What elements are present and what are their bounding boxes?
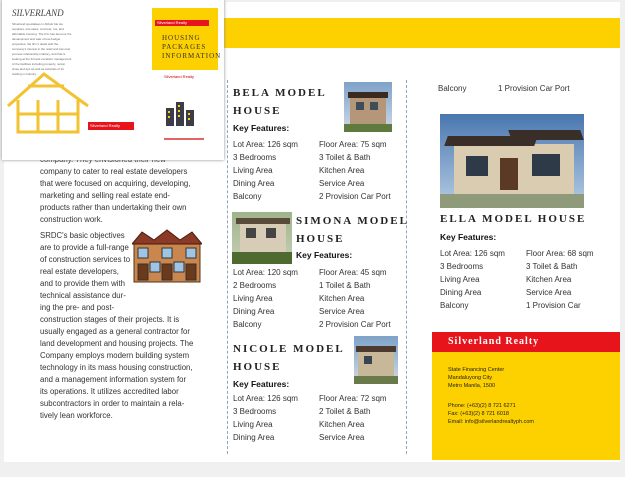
- simona-key-features: Key Features:: [296, 250, 353, 260]
- ella-key-features: Key Features:: [440, 232, 497, 242]
- header-yellow-bar: [221, 18, 620, 48]
- townhouse-clipart: [132, 229, 202, 283]
- left-para-1: company. They envisioned their new compa…: [40, 155, 191, 224]
- nicole-house-photo: [354, 336, 398, 384]
- thumb-buildings-icon: [166, 102, 194, 126]
- contact-details: Phone: (+63)(2) 8 721 6271 Fax: (+63)(2)…: [448, 402, 534, 426]
- thumb-right-sub: Silverland Realty: [164, 74, 195, 79]
- simona-features: Lot Area: 120 sqm Floor Area: 45 sqm 2 Be…: [233, 268, 391, 329]
- bela-house-photo: [344, 82, 392, 132]
- thumb-left-title: SILVERLAND: [12, 8, 64, 18]
- thumb-right-badge: Silverland Realty: [155, 20, 209, 26]
- thumb-left-badge: Silverland Realty: [88, 122, 134, 130]
- thumb-right-title: Housing Packages Information: [162, 34, 222, 60]
- contact-address: State Financing Center Mandaluyong City …: [448, 367, 505, 389]
- nicole-title: Nicole model house: [233, 343, 345, 373]
- right-top-row: Balcony 1 Provision Car Port: [438, 84, 570, 93]
- thumbnail-preview: SILVERLAND Silverland specialises in Abb…: [2, 0, 224, 160]
- thumb-right-footer-line: [164, 138, 204, 140]
- simona-title: Simona model house: [296, 215, 409, 245]
- ella-features: Lot Area: 126 sqm Floor Area: 68 sqm 3 Be…: [440, 249, 594, 310]
- contact-brand-bar: Silverland Realty: [432, 332, 620, 352]
- ella-house-photo: [440, 114, 584, 208]
- thumb-house-outline-icon: [7, 72, 89, 134]
- brochure-page: company. They envisioned their new compa…: [2, 0, 620, 462]
- ella-title: Ella model house: [440, 213, 587, 225]
- bela-features: Lot Area: 126 sqm Floor Area: 75 sqm 3 Be…: [233, 140, 391, 201]
- contact-block: Silverland Realty State Financing Center…: [432, 332, 620, 460]
- nicole-key-features: Key Features:: [233, 379, 290, 389]
- contact-fax: Fax: (+63)(2) 8 721 6018: [448, 411, 509, 417]
- contact-email: Email: info@silverlandrealtyph.com: [448, 419, 534, 425]
- nicole-features: Lot Area: 126 sqm Floor Area: 72 sqm 3 Be…: [233, 394, 387, 442]
- bela-key-features: Key Features:: [233, 123, 290, 133]
- contact-phone: Phone: (+63)(2) 8 721 6271: [448, 403, 516, 409]
- contact-brand-name: Silverland Realty: [448, 336, 540, 347]
- simona-house-photo: [232, 212, 292, 264]
- bela-title: Bela model house: [233, 87, 327, 117]
